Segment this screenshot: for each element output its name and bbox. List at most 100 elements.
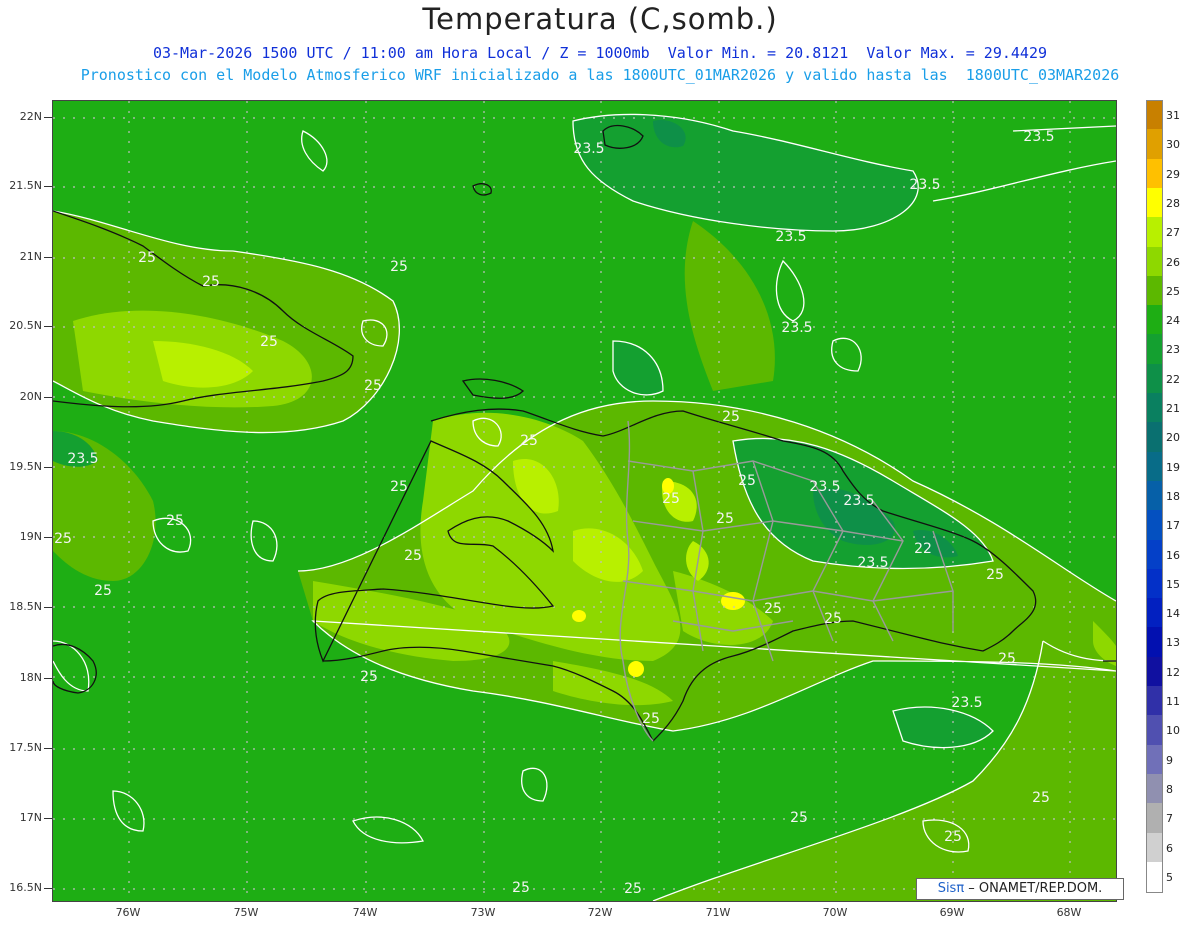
colorbar-label: 28 [1166,196,1180,210]
temperature-map: 23.5 23.5 23.5 23.5 23.5 25 25 25 25 25 … [52,100,1117,902]
lat-tick [44,467,52,468]
lat-tick [44,186,52,187]
colorbar-label: 26 [1166,255,1180,269]
contour-label: 25 [94,583,112,599]
sispi-logo-text: Sisπ [937,881,965,896]
lat-label: 17.5N [9,741,42,754]
lat-tick [44,397,52,398]
contour-label: 25 [642,711,660,727]
lon-label: 71W [705,906,731,919]
lat-label: 19N [19,530,42,543]
contour-label: 25 [390,479,408,495]
lat-label: 17N [19,811,42,824]
contour-label: 25 [520,433,538,449]
lat-tick [44,326,52,327]
colorbar-label: 21 [1166,402,1180,415]
subtitle-model-info: Pronostico con el Modelo Atmosferico WRF… [80,66,1120,84]
contour-label: 23.5 [909,177,941,193]
contour-label: 25 [54,531,72,547]
contour-label: 25 [944,829,962,845]
contour-label: 23.5 [573,141,605,157]
lat-label: 18N [19,671,42,684]
contour-label: 25 [512,880,530,896]
colorbar-label: 15 [1166,577,1180,591]
contour-label: 25 [764,601,782,617]
colorbar-label: 9 [1166,753,1173,767]
colorbar-label: 27 [1166,226,1180,240]
colorbar-label: 30 [1166,138,1180,152]
colorbar-label: 13 [1166,636,1180,650]
lat-label: 16.5N [9,881,42,894]
colorbar-label: 19 [1166,460,1180,474]
colorbar-label: 24 [1166,314,1180,328]
contour-label: 25 [824,611,842,627]
lat-tick [44,257,52,258]
lat-label: 20N [19,390,42,403]
contour-label: 25 [260,334,278,350]
colorbar-label: 23 [1166,343,1180,357]
contour-label: 25 [1032,790,1050,806]
contour-label: 23.5 [809,479,841,495]
credit-box: Sisπ – ONAMET/REP.DOM. [916,878,1124,900]
map-title: Temperatura (C,somb.) [422,2,778,36]
contour-label: 25 [716,511,734,527]
contour-label: 25 [390,259,408,275]
contour-label: 23.5 [67,451,99,467]
lat-label: 22N [19,110,42,123]
colorbar-label: 29 [1166,167,1180,181]
lat-tick [44,748,52,749]
contour-label: 25 [364,378,382,394]
lon-label: 68W [1056,906,1082,919]
colorbar-label: 31 [1166,109,1180,122]
contour-label: 25 [166,513,184,529]
colorbar-label: 16 [1166,548,1180,562]
lon-label: 76W [115,906,141,919]
contour-label: 25 [790,810,808,826]
colorbar-label: 10 [1166,724,1180,738]
contour-label: 25 [624,881,642,897]
colorbar-label: 8 [1166,782,1173,796]
lat-label: 20.5N [9,319,42,332]
credit-text: – ONAMET/REP.DOM. [964,881,1103,896]
lat-label: 19.5N [9,460,42,473]
contour-label: 25 [986,567,1004,583]
contour-label: 25 [738,473,756,489]
lat-label: 18.5N [9,600,42,613]
lon-label: 70W [822,906,848,919]
contour-label: 23.5 [951,695,983,711]
contour-label: 23.5 [1023,129,1055,145]
colorbar-label: 22 [1166,372,1180,386]
lat-tick [44,607,52,608]
lat-tick [44,537,52,538]
colorbar-label: 17 [1166,519,1180,533]
lon-label: 69W [939,906,965,919]
colorbar-label: 12 [1166,665,1180,679]
colorbar-label: 11 [1166,695,1180,708]
lat-label: 21.5N [9,179,42,192]
colorbar-label: 20 [1166,431,1180,445]
contour-label: 25 [722,409,740,425]
lon-label: 75W [233,906,259,919]
colorbar-label: 25 [1166,284,1180,298]
lon-label: 73W [470,906,496,919]
lat-label: 21N [19,250,42,263]
colorbar-label: 14 [1166,607,1180,621]
contour-label: 25 [202,274,220,290]
contour-label: 25 [998,651,1016,667]
colorbar-label: 7 [1166,812,1173,826]
contour-label: 25 [404,548,422,564]
lat-tick [44,888,52,889]
contour-label: 23.5 [857,555,889,571]
contour-label: 23.5 [843,493,875,509]
contour-label: 23.5 [775,229,807,245]
contour-label: 25 [360,669,378,685]
colorbar-frame [1146,100,1163,894]
lon-label: 74W [352,906,378,919]
lat-tick [44,818,52,819]
contour-label: 25 [662,491,680,507]
map-canvas [53,101,1116,901]
colorbar-label: 5 [1166,870,1173,884]
contour-label: 25 [138,250,156,266]
colorbar-label: 18 [1166,489,1180,503]
lon-label: 72W [587,906,613,919]
